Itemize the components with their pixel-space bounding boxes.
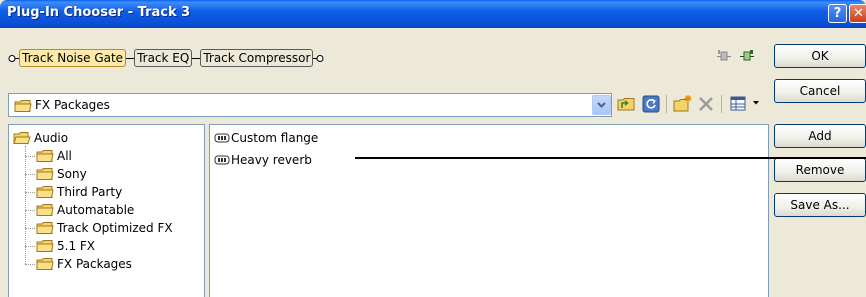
folder-icon [36,186,54,198]
tree-node-sony[interactable]: Sony [36,165,87,183]
folder-tree[interactable]: Audio All Sony Third Party Automatable T… [8,124,205,297]
add-button[interactable]: Add [774,124,866,148]
tree-connector [25,246,35,247]
ok-button[interactable]: OK [774,44,866,68]
toolbar-separator [666,95,667,113]
chain-connector [192,57,201,59]
list-item-custom-flange[interactable]: Custom flange [214,129,318,147]
tree-node-label: Automatable [57,203,135,217]
location-combo[interactable]: FX Packages [8,93,612,117]
tree-node-third-party[interactable]: Third Party [36,183,122,201]
toolbar-separator [721,95,722,113]
window-title: Plug-In Chooser - Track 3 [7,5,191,20]
tree-connector [25,264,35,265]
tree-node-label: All [57,149,72,163]
tree-node-all[interactable]: All [36,147,72,165]
fx-package-icon [214,133,230,143]
folder-icon [36,204,54,216]
views-icon[interactable] [728,93,750,115]
cancel-button[interactable]: Cancel [774,79,866,103]
folder-icon [14,100,32,112]
chevron-down-icon [597,102,606,108]
folder-icon [36,258,54,270]
tree-node-label: Audio [34,131,69,145]
chain-start-icon [8,54,19,62]
preset-list[interactable]: Custom flange Heavy reverb [209,124,769,297]
tree-connector [25,210,35,211]
views-dropdown-icon[interactable] [752,99,760,107]
tree-connector [25,174,35,175]
folder-icon [36,240,54,252]
tree-node-label: 5.1 FX [57,239,96,253]
tree-node-fx-packages[interactable]: FX Packages [36,255,132,273]
tree-node-5-1-fx[interactable]: 5.1 FX [36,237,95,255]
folder-icon [36,168,54,180]
tree-node-automatable[interactable]: Automatable [36,201,134,219]
chain-end-icon [313,54,324,62]
tree-node-label: FX Packages [57,257,132,271]
tree-connector [25,156,35,157]
tree-node-track-optimized-fx[interactable]: Track Optimized FX [36,219,173,237]
tree-node-label: Third Party [57,185,123,199]
title-bar[interactable]: Plug-In Chooser - Track 3 ? ✕ [0,0,866,28]
list-item-label: Heavy reverb [231,153,312,167]
save-as-button[interactable]: Save As... [774,193,866,217]
close-button[interactable]: ✕ [849,4,866,23]
tree-connector [25,228,35,229]
help-button[interactable]: ? [828,4,847,23]
folder-icon [36,150,54,162]
new-folder-icon[interactable] [672,93,694,115]
chain-connector [126,57,135,59]
callout-line [355,157,866,159]
tree-connector [25,192,35,193]
remove-button[interactable]: Remove [774,158,866,182]
plugin-chooser-dialog: Plug-In Chooser - Track 3 ? ✕ Track Nois… [0,0,866,297]
tree-node-audio[interactable]: Audio [13,129,68,147]
plugin-chain: Track Noise Gate Track EQ Track Compress… [8,46,324,70]
list-item-heavy-reverb[interactable]: Heavy reverb [214,151,312,169]
tree-node-label: Sony [57,167,87,181]
folder-icon [36,222,54,234]
list-item-label: Custom flange [231,131,319,145]
delete-icon[interactable] [695,93,717,115]
chain-plugin-noise-gate[interactable]: Track Noise Gate [19,49,127,67]
add-to-chain-icon[interactable] [738,49,756,63]
chain-plugin-eq[interactable]: Track EQ [134,49,193,67]
remove-from-chain-icon[interactable] [715,49,733,63]
open-folder-icon [13,132,31,144]
chain-plugin-compressor[interactable]: Track Compressor [200,49,314,67]
fx-package-icon [214,155,230,165]
location-value: FX Packages [35,98,110,112]
tree-node-label: Track Optimized FX [57,221,173,235]
combo-dropdown-button[interactable] [592,95,611,115]
folder-up-icon[interactable] [615,93,637,115]
refresh-icon[interactable] [640,93,662,115]
